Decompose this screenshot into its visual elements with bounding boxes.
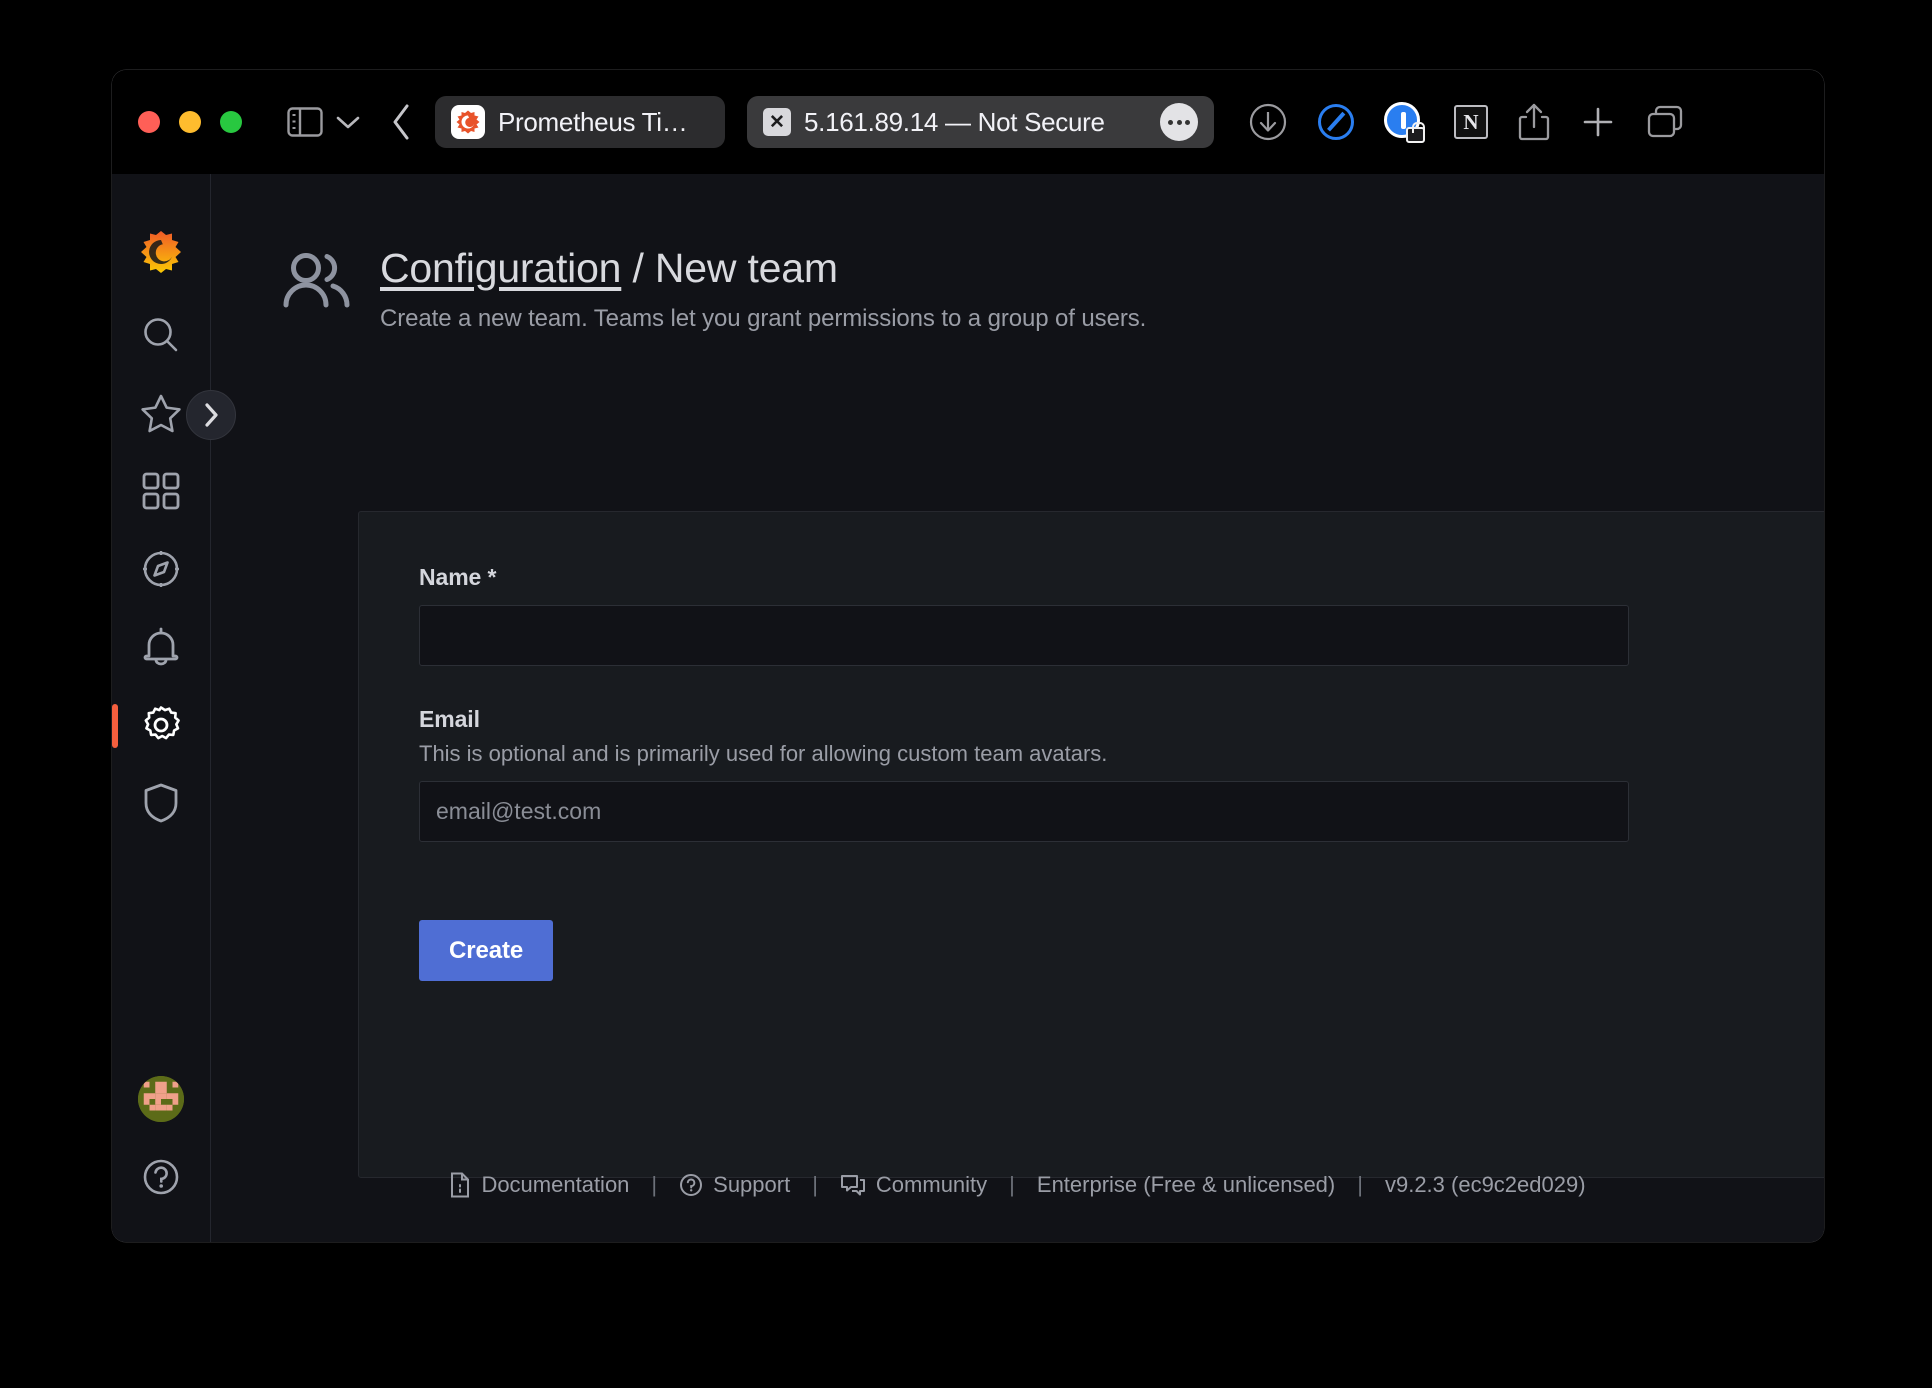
tab-overview-icon[interactable]	[1646, 104, 1684, 140]
expand-menu-button[interactable]	[186, 390, 236, 440]
adblock-extension-icon[interactable]	[1318, 104, 1354, 140]
sidebar-item-help[interactable]	[112, 1138, 211, 1216]
browser-tab-title: 5.161.89.14 — Not Secure	[804, 107, 1105, 138]
grafana-logo[interactable]	[112, 208, 211, 296]
close-window-button[interactable]	[138, 111, 160, 133]
new-team-form-card: Name * Email This is optional and is pri…	[358, 511, 1824, 1178]
sidebar-item-explore[interactable]	[112, 530, 211, 608]
window-controls	[138, 111, 242, 133]
sidebar-item-alerting[interactable]	[112, 608, 211, 686]
breadcrumb-link-configuration[interactable]: Configuration	[380, 245, 621, 291]
sidebar-item-dashboards[interactable]	[112, 452, 211, 530]
main-content: Configuration / New team Create a new te…	[211, 174, 1824, 1242]
avatar-identicon	[138, 1076, 184, 1122]
name-field-group: Name *	[419, 564, 1824, 666]
blocked-x-favicon: ✕	[763, 108, 791, 136]
sidebar-icon[interactable]	[287, 107, 323, 137]
grafana-app: Configuration / New team Create a new te…	[112, 174, 1824, 1242]
browser-toolbar-actions: N	[1248, 102, 1684, 142]
name-field-label: Name *	[419, 564, 1824, 591]
browser-window: Prometheus Time... ✕ 5.161.89.14 — Not S…	[112, 70, 1824, 1242]
breadcrumb-current: New team	[655, 245, 838, 291]
page-title-block: Configuration / New team Create a new te…	[380, 246, 1146, 333]
footer-link-label: Community	[876, 1172, 987, 1198]
users-team-icon	[281, 250, 353, 314]
sidebar-item-configuration[interactable]	[112, 686, 211, 764]
email-field-description: This is optional and is primarily used f…	[419, 741, 1824, 767]
browser-toolbar: Prometheus Time... ✕ 5.161.89.14 — Not S…	[112, 70, 1824, 174]
breadcrumb-separator: /	[621, 245, 655, 291]
comments-icon	[840, 1173, 866, 1197]
footer-link-support[interactable]: Support	[679, 1172, 790, 1198]
footer-edition: Enterprise (Free & unlicensed)	[1037, 1172, 1335, 1198]
footer-separator: |	[790, 1172, 840, 1198]
footer-link-label: Support	[713, 1172, 790, 1198]
email-input[interactable]	[419, 781, 1629, 842]
grafana-nav-sidebar	[112, 174, 211, 1242]
1password-extension-icon[interactable]	[1384, 102, 1424, 142]
app-footer: Documentation | Support |	[211, 1172, 1824, 1198]
footer-separator: |	[987, 1172, 1037, 1198]
footer-link-documentation[interactable]: Documentation	[449, 1172, 629, 1198]
zoom-window-button[interactable]	[220, 111, 242, 133]
browser-tab-grafana-ip[interactable]: ✕ 5.161.89.14 — Not Secure	[747, 96, 1214, 148]
sidebar-item-search[interactable]	[112, 296, 211, 374]
new-tab-icon[interactable]	[1580, 104, 1616, 140]
name-input[interactable]	[419, 605, 1629, 666]
email-field-group: Email This is optional and is primarily …	[419, 706, 1824, 842]
footer-separator: |	[629, 1172, 679, 1198]
page-subtitle: Create a new team. Teams let you grant p…	[380, 305, 1146, 333]
notion-extension-icon[interactable]: N	[1454, 105, 1488, 139]
breadcrumb: Configuration / New team	[380, 246, 1146, 291]
sidebar-item-server-admin[interactable]	[112, 764, 211, 842]
footer-link-label: Documentation	[481, 1172, 629, 1198]
footer-link-community[interactable]: Community	[840, 1172, 987, 1198]
document-icon	[449, 1172, 471, 1198]
create-team-button[interactable]: Create	[419, 920, 553, 981]
minimize-window-button[interactable]	[179, 111, 201, 133]
ellipsis-icon[interactable]	[1160, 103, 1198, 141]
browser-tab-title: Prometheus Time...	[498, 107, 709, 138]
browser-tab-prometheus[interactable]: Prometheus Time...	[435, 96, 725, 148]
email-field-label: Email	[419, 706, 1824, 733]
help-circle-icon	[679, 1173, 703, 1197]
chevron-down-icon[interactable]	[335, 114, 361, 130]
footer-version: v9.2.3 (ec9c2ed029)	[1385, 1172, 1586, 1198]
share-icon[interactable]	[1518, 102, 1550, 142]
grafana-favicon	[451, 105, 485, 139]
page-header: Configuration / New team Create a new te…	[211, 174, 1824, 333]
sidebar-item-profile[interactable]	[112, 1060, 211, 1138]
back-button[interactable]	[391, 103, 413, 141]
footer-separator: |	[1335, 1172, 1385, 1198]
downloads-icon[interactable]	[1248, 102, 1288, 142]
